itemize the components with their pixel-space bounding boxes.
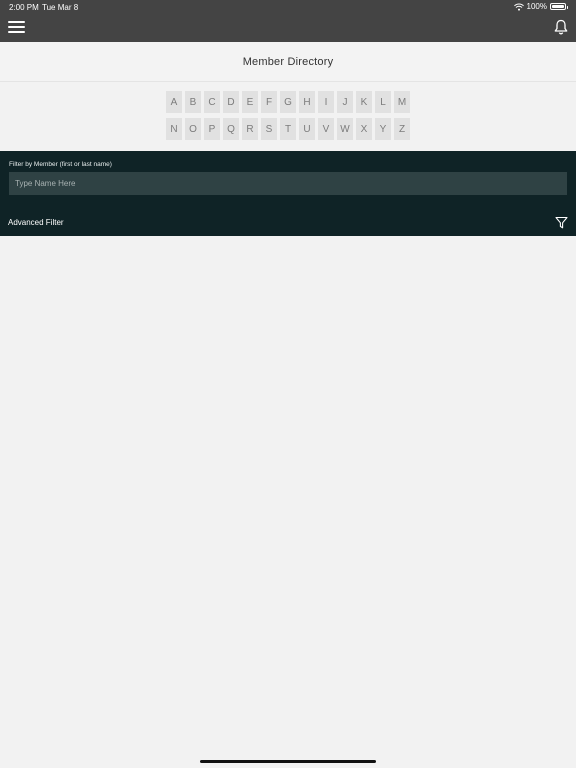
- letter-key-y[interactable]: Y: [375, 118, 391, 140]
- letter-key-l[interactable]: L: [375, 91, 391, 113]
- letter-key-e[interactable]: E: [242, 91, 258, 113]
- app-screen: 2:00 PM Tue Mar 8 100% Member Directory: [0, 0, 576, 768]
- letter-key-i[interactable]: I: [318, 91, 334, 113]
- letter-key-w[interactable]: W: [337, 118, 353, 140]
- home-indicator: [200, 760, 376, 763]
- letter-key-z[interactable]: Z: [394, 118, 410, 140]
- top-bar: 2:00 PM Tue Mar 8 100%: [0, 0, 576, 42]
- status-time: 2:00 PM: [9, 3, 39, 12]
- letter-key-s[interactable]: S: [261, 118, 277, 140]
- wifi-icon: [513, 3, 524, 11]
- letter-key-v[interactable]: V: [318, 118, 334, 140]
- letter-key-k[interactable]: K: [356, 91, 372, 113]
- battery-icon: [550, 3, 568, 10]
- letter-key-n[interactable]: N: [166, 118, 182, 140]
- letter-key-j[interactable]: J: [337, 91, 353, 113]
- bell-icon[interactable]: [554, 19, 568, 35]
- battery-percent: 100%: [526, 2, 547, 11]
- filter-panel: Filter by Member (first or last name) Ad…: [0, 151, 576, 236]
- letter-key-r[interactable]: R: [242, 118, 258, 140]
- status-right: 100%: [513, 2, 568, 11]
- letter-key-d[interactable]: D: [223, 91, 239, 113]
- title-bar: Member Directory: [0, 42, 576, 82]
- hamburger-menu-icon[interactable]: [8, 20, 25, 34]
- advanced-filter-link[interactable]: Advanced Filter: [8, 218, 64, 227]
- letter-key-m[interactable]: M: [394, 91, 410, 113]
- letter-key-q[interactable]: Q: [223, 118, 239, 140]
- member-name-input[interactable]: [9, 172, 567, 195]
- alphabet-row-1: A B C D E F G H I J K L M: [166, 91, 410, 113]
- alphabet-row-2: N O P Q R S T U V W X Y Z: [166, 118, 410, 140]
- letter-key-p[interactable]: P: [204, 118, 220, 140]
- letter-key-h[interactable]: H: [299, 91, 315, 113]
- letter-key-b[interactable]: B: [185, 91, 201, 113]
- status-date: Tue Mar 8: [42, 3, 79, 12]
- letter-key-o[interactable]: O: [185, 118, 201, 140]
- letter-key-c[interactable]: C: [204, 91, 220, 113]
- letter-key-a[interactable]: A: [166, 91, 182, 113]
- filter-label: Filter by Member (first or last name): [9, 161, 112, 168]
- letter-key-t[interactable]: T: [280, 118, 296, 140]
- letter-key-u[interactable]: U: [299, 118, 315, 140]
- letter-key-f[interactable]: F: [261, 91, 277, 113]
- directory-results-area: [0, 236, 576, 768]
- funnel-icon[interactable]: [555, 216, 568, 229]
- letter-key-g[interactable]: G: [280, 91, 296, 113]
- status-bar: 2:00 PM Tue Mar 8 100%: [0, 0, 576, 14]
- letter-key-x[interactable]: X: [356, 118, 372, 140]
- page-title: Member Directory: [242, 55, 334, 68]
